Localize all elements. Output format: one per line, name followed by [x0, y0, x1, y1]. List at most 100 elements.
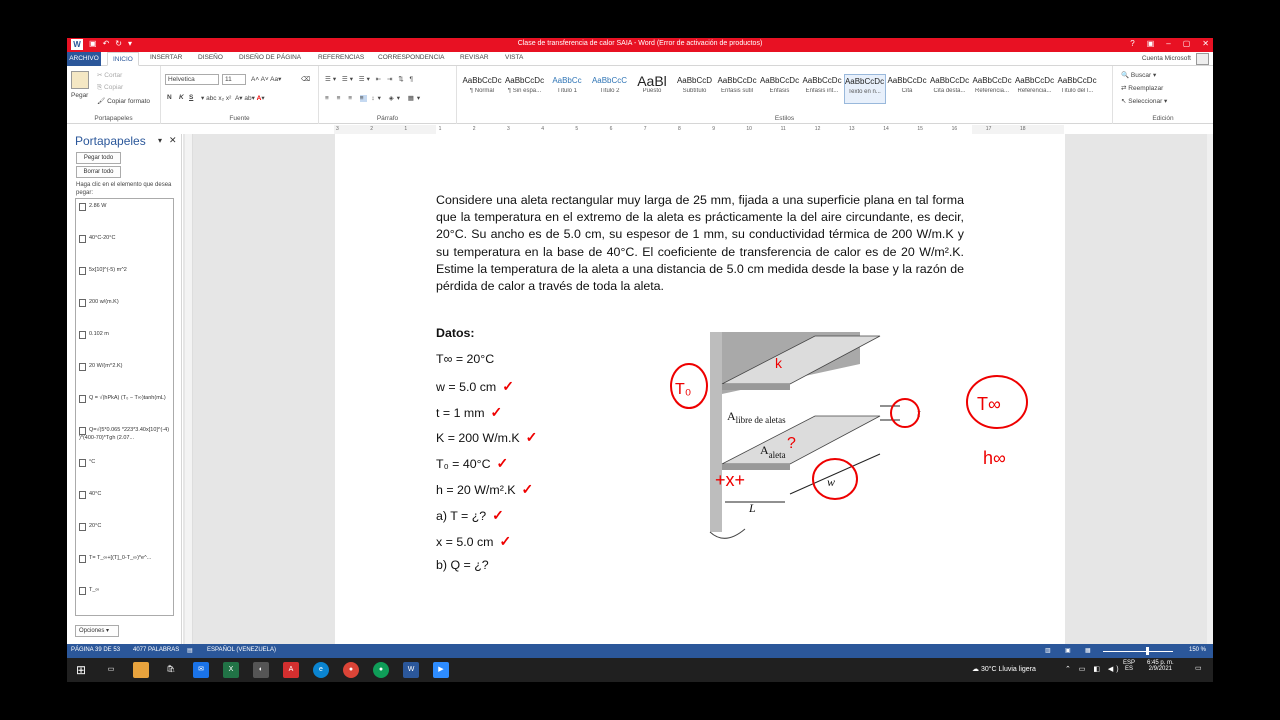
print-layout-icon[interactable]: ▣ [1065, 647, 1071, 654]
clipboard-item[interactable]: Q=√(5*0.065 *223*3.40x[10]^(-4) )*(400-7… [79, 427, 171, 442]
font-name-select[interactable]: Helvetica [165, 74, 219, 85]
document-page[interactable]: Considere una aleta rectangular muy larg… [335, 134, 1065, 644]
find-button[interactable]: 🔍 Buscar ▾ [1121, 71, 1156, 79]
replace-button[interactable]: ⇄ Reemplazar [1121, 84, 1163, 92]
clipboard-item-text: 200 w/(m.K) [89, 299, 119, 305]
tab-file[interactable]: ARCHIVO [67, 52, 101, 66]
clear-format-icon[interactable]: ⌫ [301, 75, 310, 83]
clipboard-item[interactable]: T_∞ [79, 587, 171, 595]
paste-all-button[interactable]: Pegar todo [76, 152, 121, 164]
proofing-icon[interactable]: ▤ [187, 647, 193, 654]
page-count[interactable]: PÁGINA 39 DE 53 [71, 647, 120, 653]
avatar[interactable] [1196, 53, 1209, 65]
minimize-icon[interactable]: – [1166, 39, 1170, 48]
tab-references[interactable]: REFERENCIAS [318, 54, 364, 61]
clock[interactable]: 6:45 p. m. 2/9/2021 [1147, 660, 1174, 672]
read-mode-icon[interactable]: ▥ [1045, 647, 1051, 654]
style-item[interactable]: AaBbCcDc Referencia... [1014, 74, 1056, 104]
tab-insert[interactable]: INSERTAR [150, 54, 182, 61]
ruler-tick: 10 [746, 126, 752, 132]
clipboard-item[interactable]: Q = √(hPkA) (T₀ − T∞)tanh(mL) [79, 395, 171, 403]
style-item[interactable]: AaBbCcDc Referencia... [971, 74, 1013, 104]
tab-design[interactable]: DISEÑO [198, 54, 223, 61]
word-count[interactable]: 4077 PALABRAS [133, 647, 179, 653]
style-item[interactable]: AaBbCcDc Cita desta... [929, 74, 971, 104]
format-painter-button[interactable]: 🖌 Copiar formato [97, 97, 150, 105]
clipboard-item[interactable]: 40°C-20°C [79, 235, 171, 243]
word-taskbar-icon[interactable]: W [403, 662, 419, 678]
ribbon-display-icon[interactable]: ▣ [1147, 39, 1155, 48]
store-icon[interactable]: 🛍 [163, 662, 179, 678]
style-item[interactable]: AaBbCcDc Cita [886, 74, 928, 104]
clipboard-item[interactable]: 2.86 W [79, 203, 171, 211]
language-status[interactable]: ESPAÑOL (VENEZUELA) [207, 647, 276, 653]
maximize-icon[interactable]: ▢ [1183, 39, 1191, 48]
tray-icons[interactable]: ⌃ ▭ ◧ ◀) [1065, 665, 1122, 673]
tab-home[interactable]: INICIO [107, 52, 139, 66]
clipboard-item[interactable]: 20 W/(m^2.K) [79, 363, 171, 371]
task-view-icon[interactable]: ▭ [103, 662, 119, 678]
style-item[interactable]: AaBbCcDc Texto en n... [843, 74, 886, 104]
style-item[interactable]: AaBbCcC Título 2 [589, 74, 631, 104]
help-icon[interactable]: ? [1130, 39, 1134, 48]
paste-icon[interactable] [71, 71, 89, 89]
clipboard-item[interactable]: 5x[10]^(-5) m^2 [79, 267, 171, 275]
format-buttons[interactable]: ▾ abc x₂ x² A▾ ab▾ A▾ [201, 94, 265, 102]
zoom-slider[interactable] [1103, 651, 1173, 652]
italic-button[interactable]: K [179, 94, 184, 101]
style-item[interactable]: AaBl Puesto [631, 74, 673, 104]
style-item[interactable]: AaBbCcDc Título del l... [1056, 74, 1098, 104]
style-item[interactable]: AaBbCcDc Énfasis sutil [716, 74, 758, 104]
edge-icon[interactable]: e [313, 662, 329, 678]
app-icon[interactable]: ◐ [253, 662, 269, 678]
windows-start-icon[interactable]: ⊞ [73, 662, 89, 678]
pane-close-icon[interactable]: ✕ [169, 135, 177, 146]
list-buttons[interactable]: ☰▾ ☰▾ ☰▾ ⇤ ⇥ ⇅ ¶ [325, 75, 415, 83]
clipboard-item[interactable]: 20°C [79, 523, 171, 531]
align-buttons[interactable]: ≡ ≡ ≡ ≡ ↕▾ ◈▾ ▦▾ [325, 94, 423, 102]
options-button[interactable]: Opciones ▾ [75, 625, 119, 637]
mail-icon[interactable]: ✉ [193, 662, 209, 678]
tab-mailings[interactable]: CORRESPONDENCIA [378, 54, 444, 61]
clipboard-item[interactable]: T= T_∞+[(T]_0-T_∞)*e^... [79, 555, 171, 563]
style-item[interactable]: AaBbCcDc ¶ Normal [461, 74, 503, 104]
style-item[interactable]: AaBbCcDc ¶ Sin espa... [504, 74, 546, 104]
style-item[interactable]: AaBbCc Título 1 [546, 74, 588, 104]
underline-button[interactable]: S [189, 94, 193, 101]
style-item[interactable]: AaBbCcD Subtítulo [674, 74, 716, 104]
chrome-icon-2[interactable]: ● [373, 662, 389, 678]
clipboard-item[interactable]: 200 w/(m.K) [79, 299, 171, 307]
clipboard-item[interactable]: °C [79, 459, 171, 467]
tab-page-layout[interactable]: DISEÑO DE PÁGINA [239, 54, 301, 61]
zoom-app-icon[interactable]: ▶ [433, 662, 449, 678]
copy-button[interactable]: ⎘ Copiar [97, 84, 123, 92]
file-explorer-icon[interactable] [133, 662, 149, 678]
style-item[interactable]: AaBbCcDc Énfasis int... [801, 74, 843, 104]
bold-button[interactable]: N [167, 94, 172, 101]
clipboard-item[interactable]: 40°C [79, 491, 171, 499]
excel-icon[interactable]: X [223, 662, 239, 678]
word-window: W ▣ ↶ ↻ ▾ Clase de transferencia de calo… [67, 38, 1213, 682]
paste-button[interactable]: Pegar [71, 92, 88, 99]
close-icon[interactable]: ✕ [1202, 39, 1209, 48]
font-size-select[interactable]: 11 [222, 74, 246, 85]
vertical-scrollbar[interactable] [1207, 134, 1213, 644]
tab-view[interactable]: VISTA [505, 54, 523, 61]
pane-menu-icon[interactable]: ▾ [158, 136, 162, 145]
notifications-icon[interactable]: ▭ [1195, 664, 1202, 672]
input-language[interactable]: ESP ES [1123, 660, 1135, 672]
acrobat-icon[interactable]: A [283, 662, 299, 678]
weather-widget[interactable]: ☁ 30°C Lluvia ligera [972, 665, 1036, 673]
web-layout-icon[interactable]: ▦ [1085, 647, 1091, 654]
select-button[interactable]: ↖ Seleccionar ▾ [1121, 97, 1167, 105]
cut-button[interactable]: ✂ Cortar [97, 71, 122, 79]
chrome-icon[interactable]: ● [343, 662, 359, 678]
clear-all-button[interactable]: Borrar todo [76, 166, 121, 178]
style-item[interactable]: AaBbCcDc Énfasis [759, 74, 801, 104]
account-name[interactable]: Cuenta Microsoft [1142, 55, 1191, 62]
clipboard-item[interactable]: 0.102 m [79, 331, 171, 339]
zoom-level[interactable]: 150 % [1189, 647, 1206, 653]
grow-font-button[interactable]: A˄ A˅ Aa▾ [251, 75, 281, 83]
zoom-slider-thumb[interactable] [1146, 647, 1149, 655]
tab-review[interactable]: REVISAR [460, 54, 489, 61]
